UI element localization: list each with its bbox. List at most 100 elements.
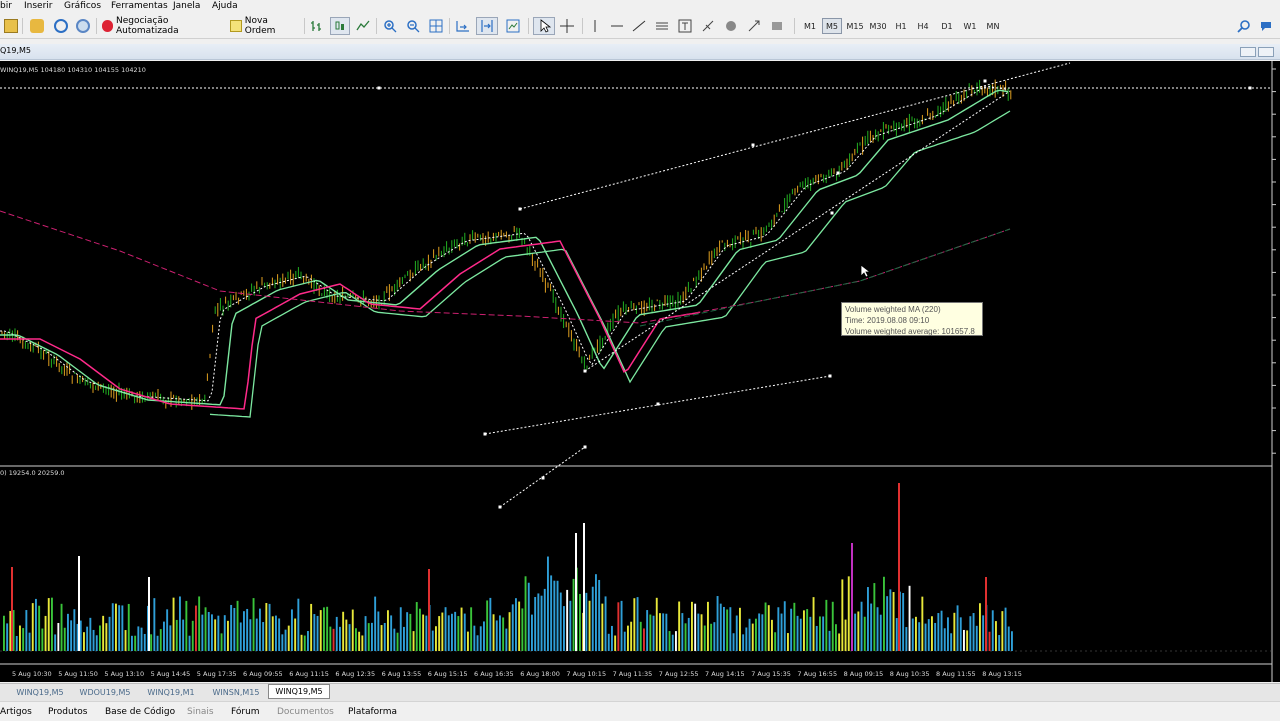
- new-order-button[interactable]: Nova Ordem: [230, 16, 300, 36]
- navigator-icon[interactable]: [52, 17, 70, 35]
- volume-bar: [652, 615, 655, 651]
- volume-bar: [787, 633, 789, 651]
- market-watch-icon[interactable]: [74, 17, 92, 35]
- volume-bar-peak: [11, 567, 13, 651]
- volume-bar: [102, 615, 105, 651]
- horizontal-line-icon[interactable]: [608, 17, 626, 35]
- crosshair-icon[interactable]: [558, 17, 576, 35]
- volume-bar: [236, 600, 239, 651]
- tab-wdou19-m5[interactable]: WDOU19,M5: [73, 686, 137, 699]
- menu-item-tools[interactable]: Ferramentas: [111, 1, 168, 11]
- volume-bar: [345, 619, 348, 651]
- tile-windows-icon[interactable]: [427, 17, 445, 35]
- volume-bar: [95, 635, 98, 651]
- new-chart-icon[interactable]: [2, 17, 20, 35]
- volume-bar: [99, 625, 101, 651]
- volume-bar: [963, 629, 965, 651]
- profiles-icon[interactable]: [28, 17, 46, 35]
- tab-winq19-m5-active[interactable]: WINQ19,M5: [268, 684, 330, 699]
- link-documents[interactable]: Documentos: [277, 707, 334, 717]
- zoom-in-icon[interactable]: [381, 17, 399, 35]
- volume-bar: [220, 633, 223, 651]
- time-axis-label: 8 Aug 09:15: [843, 670, 884, 678]
- link-platform[interactable]: Plataforma: [348, 707, 397, 717]
- timeframe-m5[interactable]: M5: [822, 18, 842, 34]
- volume-bar: [847, 576, 850, 651]
- timeframe-w1[interactable]: W1: [960, 18, 980, 34]
- time-axis-label: 6 Aug 18:00: [520, 670, 560, 678]
- chart-shift-icon[interactable]: [454, 17, 472, 35]
- tab-winq19-m5[interactable]: WINQ19,M5: [8, 686, 72, 699]
- volume-bar: [124, 630, 127, 651]
- link-forum[interactable]: Fórum: [231, 707, 260, 717]
- rectangle-icon[interactable]: [768, 17, 786, 35]
- zoom-out-icon[interactable]: [404, 17, 422, 35]
- equidistant-channel-icon[interactable]: [653, 17, 671, 35]
- volume-bar: [316, 615, 319, 651]
- chat-icon[interactable]: [1258, 17, 1274, 35]
- link-articles[interactable]: Artigos: [0, 707, 32, 717]
- volume-bar: [902, 593, 905, 651]
- link-signals[interactable]: Sinais: [187, 707, 214, 717]
- tab-winq19-m1[interactable]: WINQ19,M1: [139, 686, 203, 699]
- text-icon[interactable]: [676, 17, 694, 35]
- trendline-icon[interactable]: [630, 17, 648, 35]
- bar-chart-icon[interactable]: [308, 17, 326, 35]
- volume-bar: [259, 608, 261, 651]
- menu-item-charts[interactable]: Gráficos: [64, 1, 101, 11]
- menu-item-help[interactable]: Ajuda: [212, 1, 238, 11]
- fibonacci-icon[interactable]: [699, 17, 717, 35]
- search-icon[interactable]: [1236, 17, 1252, 35]
- volume-bar: [812, 597, 815, 651]
- volume-bar: [214, 619, 217, 651]
- timeframe-m15[interactable]: M15: [844, 18, 866, 34]
- timeframe-m1[interactable]: M1: [800, 18, 820, 34]
- cursor-icon[interactable]: [533, 17, 555, 35]
- link-code-base[interactable]: Base de Código: [105, 707, 175, 717]
- line-chart-icon[interactable]: [354, 17, 372, 35]
- volume-bar: [547, 556, 549, 651]
- volume-bar: [844, 619, 847, 651]
- price-volume-chart[interactable]: [0, 61, 1280, 682]
- volume-bar: [287, 625, 290, 651]
- link-products[interactable]: Produtos: [48, 707, 87, 717]
- auto-trading-button[interactable]: Negociação Automatizada: [102, 16, 224, 36]
- arrow-icon[interactable]: [745, 17, 763, 35]
- volume-bar: [169, 625, 172, 651]
- timeframe-h4[interactable]: H4: [913, 18, 933, 34]
- volume-bar-peak: [575, 533, 577, 651]
- autoscroll-icon[interactable]: [476, 17, 498, 35]
- volume-bar-peak: [851, 543, 853, 651]
- volume-bar: [83, 632, 85, 651]
- menu-item-file[interactable]: bir: [0, 1, 12, 11]
- timeframe-m30[interactable]: M30: [867, 18, 889, 34]
- templates-icon[interactable]: [504, 17, 522, 35]
- volume-bar: [614, 635, 617, 651]
- timeframe-mn[interactable]: MN: [983, 18, 1003, 34]
- time-axis-label: 7 Aug 14:15: [705, 670, 745, 678]
- ellipse-icon[interactable]: [722, 17, 740, 35]
- volume-bar: [671, 634, 674, 651]
- volume-bar: [319, 610, 322, 651]
- candlestick-chart-icon[interactable]: [330, 17, 350, 35]
- volume-bar: [678, 601, 681, 651]
- volume-bar: [153, 598, 156, 651]
- volume-bar: [691, 601, 693, 651]
- volume-bar: [854, 613, 857, 651]
- vertical-line-icon[interactable]: [586, 17, 604, 35]
- volume-bar: [233, 607, 236, 651]
- volume-bar: [543, 588, 546, 651]
- time-axis-label: 5 Aug 11:50: [58, 670, 98, 678]
- tab-winsn-m15[interactable]: WINSN,M15: [205, 686, 267, 699]
- menu-item-insert[interactable]: Inserir: [24, 1, 53, 11]
- menu-item-window[interactable]: Janela: [173, 1, 200, 11]
- timeframe-h1[interactable]: H1: [891, 18, 911, 34]
- volume-bar: [751, 623, 754, 651]
- chart-area[interactable]: WINQ19,M5 104180 104310 104155 104210 0)…: [0, 61, 1280, 682]
- restore-icon[interactable]: [1258, 47, 1274, 57]
- volume-bar: [511, 604, 514, 651]
- minimize-icon[interactable]: [1240, 47, 1256, 57]
- volume-bar: [63, 627, 66, 651]
- volume-bar: [156, 635, 159, 651]
- timeframe-d1[interactable]: D1: [937, 18, 957, 34]
